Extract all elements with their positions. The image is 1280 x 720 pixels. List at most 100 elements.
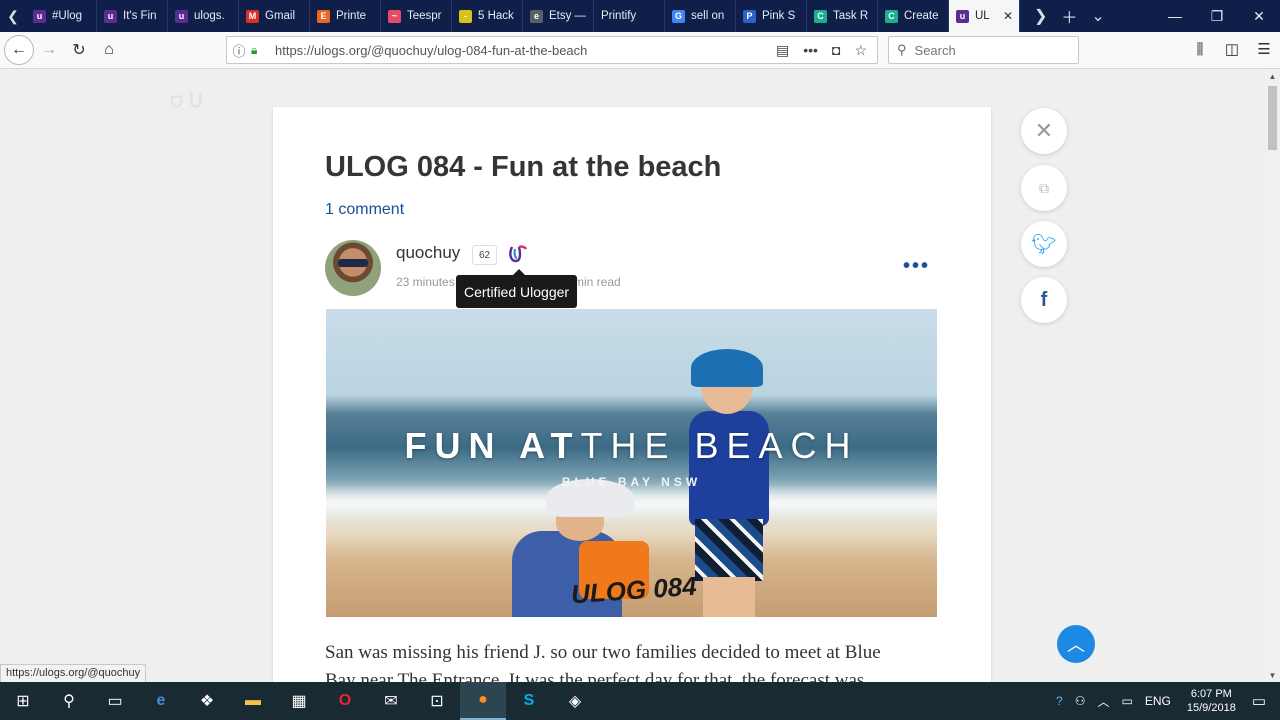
search-input[interactable] (914, 42, 1065, 58)
search-box[interactable]: ⚲ (888, 36, 1079, 64)
url-text[interactable]: https://ulogs.org/@quochuy/ulog-084-fun-… (275, 43, 776, 58)
forward-button[interactable]: → (34, 35, 64, 65)
start-button[interactable]: ⊞ (0, 682, 46, 720)
bookmark-star-icon[interactable]: ☆ (854, 42, 867, 59)
chevron-up-icon: ︿ (1067, 635, 1085, 655)
clock[interactable]: 6:07 PM 15/9/2018 (1177, 687, 1246, 715)
reader-view-icon[interactable]: ▤ (776, 42, 789, 59)
open-external-button[interactable]: ⧉ (1021, 165, 1067, 211)
menu-icon[interactable]: ☰ (1254, 36, 1274, 64)
network-icon: ⊡ (430, 693, 444, 710)
arrow-left-icon: ← (11, 41, 27, 58)
tab[interactable]: -5 Hack (452, 0, 523, 32)
reload-button[interactable]: ↻ (64, 35, 94, 65)
tab[interactable]: u It's Fin (97, 0, 168, 32)
edge-app[interactable]: e (138, 682, 184, 720)
tab[interactable]: Gsell on (665, 0, 736, 32)
hero-title-thin: THE BEACH (580, 425, 859, 466)
tab-favicon-icon: C (885, 9, 898, 23)
lock-icon[interactable]: 🔒︎ (251, 43, 267, 58)
author-name[interactable]: quochuy (396, 243, 460, 263)
restore-icon[interactable]: ❐ (1196, 0, 1238, 32)
tab-scroll-right-icon[interactable]: ❯ (1034, 6, 1047, 26)
language-indicator[interactable]: ENG (1139, 694, 1177, 708)
scroll-down-arrow-icon[interactable]: ▼ (1265, 671, 1280, 680)
tab[interactable]: M Gmail (239, 0, 310, 32)
mail-icon: ✉ (384, 693, 398, 710)
tab-favicon-icon: P (743, 9, 756, 23)
back-button[interactable]: ← (4, 35, 34, 65)
toolbar-right: ⫼ ◫ ☰ (1190, 36, 1274, 64)
info-icon[interactable]: ⓘ (227, 41, 251, 60)
pocket-icon[interactable]: ◘ (832, 42, 840, 59)
url-bar[interactable]: ⓘ 🔒︎ https://ulogs.org/@quochuy/ulog-084… (226, 36, 878, 64)
people-icon[interactable]: ⚇ (1069, 694, 1092, 708)
hero-image: FUN ATTHE BEACH BLUE BAY NSW ULOG 084 (326, 309, 937, 617)
tab-favicon-icon: u (33, 9, 46, 23)
minimize-icon[interactable]: — (1154, 0, 1196, 32)
tab-favicon-icon: E (317, 9, 330, 23)
tab-close-icon[interactable]: ✕ (1003, 9, 1013, 23)
firefox-app[interactable]: ● (460, 682, 506, 720)
file-explorer-app[interactable]: ▬ (230, 682, 276, 720)
skype-app[interactable]: S (506, 682, 552, 720)
reload-icon: ↻ (72, 42, 86, 59)
show-hidden-icons-icon[interactable]: ︿ (1092, 693, 1116, 710)
tab[interactable]: ~ Teespr (381, 0, 452, 32)
home-button[interactable]: ⌂ (94, 35, 124, 65)
reputation-badge: 62 (472, 245, 497, 265)
tab[interactable]: E Printe (310, 0, 381, 32)
sidebar-icon[interactable]: ◫ (1222, 36, 1242, 64)
opera-app[interactable]: O (322, 682, 368, 720)
scroll-to-top-button[interactable]: ︿ (1057, 625, 1095, 663)
tab[interactable]: P Pink S (736, 0, 807, 32)
scrollbar-thumb[interactable] (1268, 86, 1277, 150)
library-icon[interactable]: ⫼ (1190, 36, 1210, 64)
tab-label: #Ulog (52, 10, 83, 22)
post-body-line: San was missing his friend J. so our two… (325, 642, 881, 663)
tab[interactable]: u ulogs. (168, 0, 239, 32)
mail-app[interactable]: ✉ (368, 682, 414, 720)
task-view-button[interactable]: ▭ (92, 682, 138, 720)
page-actions-icon[interactable]: ••• (803, 42, 818, 59)
certified-ulogger-icon[interactable] (506, 243, 528, 265)
help-icon[interactable]: ? (1050, 694, 1069, 708)
tab[interactable]: Printify (594, 0, 665, 32)
twitter-share-button[interactable]: 🐦︎ (1021, 221, 1067, 267)
tab[interactable]: C Create (878, 0, 949, 32)
navigation-bar: ← → ↻ ⌂ ⓘ 🔒︎ https://ulogs.org/@quochuy/… (0, 32, 1280, 69)
tab-label: Gmail (265, 10, 296, 22)
tab[interactable]: u #Ulog (26, 0, 97, 32)
task-view-icon: ▭ (107, 693, 123, 710)
tab-favicon-icon: u (104, 9, 117, 23)
external-link-icon: ⧉ (1039, 179, 1049, 196)
store-app[interactable]: ▦ (276, 682, 322, 720)
battery-icon[interactable]: ▭ (1116, 694, 1139, 708)
avatar[interactable] (325, 240, 381, 296)
comments-link[interactable]: 1 comment (325, 201, 404, 219)
facebook-share-button[interactable]: f (1021, 277, 1067, 323)
scroll-up-arrow-icon[interactable]: ▲ (1265, 72, 1280, 81)
page-viewport: ⩌ ᑌ ULOG 084 - Fun at the beach 1 commen… (0, 70, 1265, 682)
hero-subtitle: BLUE BAY NSW (561, 475, 702, 489)
tab[interactable]: e Etsy — (523, 0, 594, 32)
tab-favicon-icon: G (672, 9, 685, 23)
tab-list-dropdown-icon[interactable]: ⌄ (1091, 6, 1104, 26)
close-window-icon[interactable]: ✕ (1238, 0, 1280, 32)
more-options-button[interactable]: ••• (903, 255, 930, 278)
tab[interactable]: C Task R (807, 0, 878, 32)
twitter-icon: 🐦︎ (1031, 233, 1057, 256)
tab-active[interactable]: u UL ✕ (949, 0, 1020, 32)
taskbar-search[interactable]: ⚲ (46, 682, 92, 720)
page-scrollbar[interactable]: ▲ ▼ (1265, 70, 1280, 682)
tab-list: u #Ulog u It's Fin u ulogs. M Gmail E Printe ~ Tees… (26, 0, 1020, 32)
misc-app[interactable]: ◈ (552, 682, 598, 720)
skype-icon: S (523, 692, 535, 709)
arrow-right-icon: → (41, 41, 57, 58)
dropbox-app[interactable]: ❖ (184, 682, 230, 720)
notifications-icon[interactable]: ▭ (1246, 692, 1280, 710)
new-tab-icon[interactable]: ＋ (1061, 4, 1077, 28)
tab-scroll-left-icon[interactable]: ❮ (0, 0, 26, 32)
network-app[interactable]: ⊡ (414, 682, 460, 720)
close-button[interactable]: ✕ (1021, 108, 1067, 154)
